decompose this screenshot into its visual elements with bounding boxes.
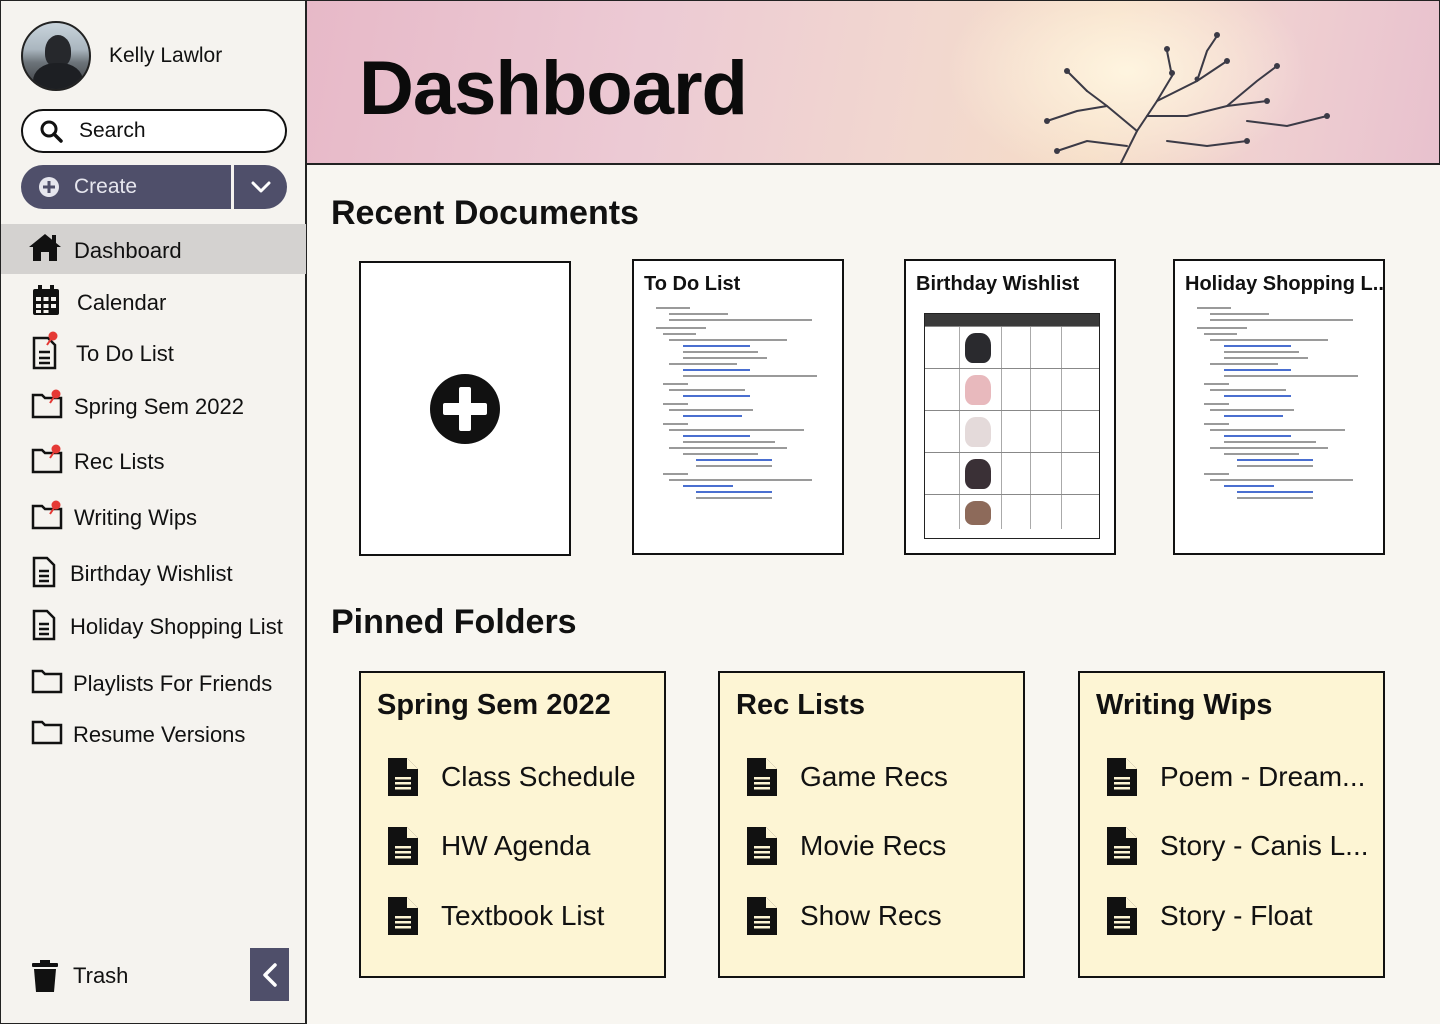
create-button[interactable]: Create [21, 165, 231, 209]
pinned-document-icon [31, 330, 61, 370]
folder-title: Writing Wips [1096, 689, 1273, 721]
pinned-folder-icon [31, 389, 65, 419]
sidebar-item-playlists-for-friends[interactable]: Playlists For Friends [1, 657, 306, 707]
sidebar-item-spring-sem-2022[interactable]: Spring Sem 2022 [1, 381, 306, 431]
folder-title: Spring Sem 2022 [377, 689, 611, 721]
home-icon [27, 232, 63, 262]
folder-item[interactable]: Movie Recs [746, 826, 946, 866]
doc-preview-table [924, 313, 1100, 539]
document-icon [388, 758, 418, 796]
search-input[interactable]: Search [21, 109, 287, 153]
folder-item[interactable]: Class Schedule [387, 757, 636, 797]
recent-doc-birthday-wishlist[interactable]: Birthday Wishlist [904, 259, 1116, 555]
chevron-down-icon [251, 181, 270, 193]
document-icon [1107, 897, 1137, 935]
folder-item[interactable]: Poem - Dream... [1106, 757, 1365, 797]
folder-item[interactable]: Show Recs [746, 896, 942, 936]
sidebar-item-writing-wips[interactable]: Writing Wips [1, 492, 306, 542]
create-label: Create [74, 175, 138, 198]
new-document-button[interactable] [359, 261, 571, 556]
sidebar-item-to-do-list[interactable]: To Do List [1, 327, 306, 377]
doc-preview [1197, 307, 1365, 503]
folder-item[interactable]: Game Recs [746, 757, 948, 797]
collapse-sidebar-button[interactable] [250, 948, 289, 1001]
pinned-folders-title: Pinned Folders [331, 603, 577, 641]
sidebar-item-birthday-wishlist[interactable]: Birthday Wishlist [1, 547, 306, 597]
pinned-folder-spring-sem-2022[interactable]: Spring Sem 2022 Class Schedule HW Agenda… [359, 671, 666, 978]
sidebar: Kelly Lawlor Search Create Dashboard Cal… [0, 0, 307, 1024]
pinned-folder-icon [31, 444, 65, 474]
sidebar-item-rec-lists[interactable]: Rec Lists [1, 436, 306, 486]
user-profile[interactable]: Kelly Lawlor [21, 21, 222, 91]
plus-circle-icon [430, 373, 500, 444]
sidebar-item-dashboard[interactable]: Dashboard [1, 224, 306, 274]
create-button-group: Create [21, 165, 287, 209]
user-name: Kelly Lawlor [109, 44, 223, 67]
folder-title: Rec Lists [736, 689, 865, 721]
sidebar-item-resume-versions[interactable]: Resume Versions [1, 708, 306, 758]
document-icon [1107, 758, 1137, 796]
document-icon [1107, 827, 1137, 865]
recent-doc-holiday-shopping-list[interactable]: Holiday Shopping L.. [1173, 259, 1385, 555]
document-icon [32, 556, 56, 588]
page-title: Dashboard [359, 46, 748, 131]
sidebar-item-calendar[interactable]: Calendar [1, 277, 306, 327]
pinned-folder-writing-wips[interactable]: Writing Wips Poem - Dream... Story - Can… [1078, 671, 1385, 978]
search-icon [40, 120, 63, 143]
plus-circle-icon [39, 177, 59, 197]
doc-title: Birthday Wishlist [916, 273, 1080, 295]
folder-item[interactable]: HW Agenda [387, 826, 590, 866]
create-dropdown-button[interactable] [234, 165, 287, 209]
tree-branches-image [1044, 32, 1330, 163]
document-icon [388, 897, 418, 935]
pinned-folder-icon [31, 500, 65, 530]
chevron-left-icon [262, 962, 277, 987]
folder-item[interactable]: Textbook List [387, 896, 604, 936]
header-banner: Dashboard [307, 0, 1440, 165]
recent-documents-title: Recent Documents [331, 194, 639, 232]
document-icon [747, 897, 777, 935]
pinned-folder-rec-lists[interactable]: Rec Lists Game Recs Movie Recs Show Recs [718, 671, 1025, 978]
folder-icon [31, 668, 63, 694]
folder-icon [31, 719, 63, 745]
trash-icon [32, 960, 58, 992]
avatar[interactable] [21, 21, 91, 91]
document-icon [32, 609, 56, 641]
document-icon [747, 758, 777, 796]
doc-preview [656, 307, 824, 503]
folder-item[interactable]: Story - Float [1106, 896, 1312, 936]
search-placeholder: Search [79, 119, 146, 142]
sidebar-item-holiday-shopping-list[interactable]: Holiday Shopping List [1, 600, 306, 650]
doc-title: To Do List [644, 273, 741, 295]
calendar-icon [32, 284, 60, 316]
document-icon [747, 827, 777, 865]
doc-title: Holiday Shopping L.. [1185, 273, 1384, 295]
folder-item[interactable]: Story - Canis L... [1106, 826, 1369, 866]
recent-doc-to-do-list[interactable]: To Do List [632, 259, 844, 555]
document-icon [388, 827, 418, 865]
sidebar-item-trash[interactable]: Trash [31, 959, 128, 993]
